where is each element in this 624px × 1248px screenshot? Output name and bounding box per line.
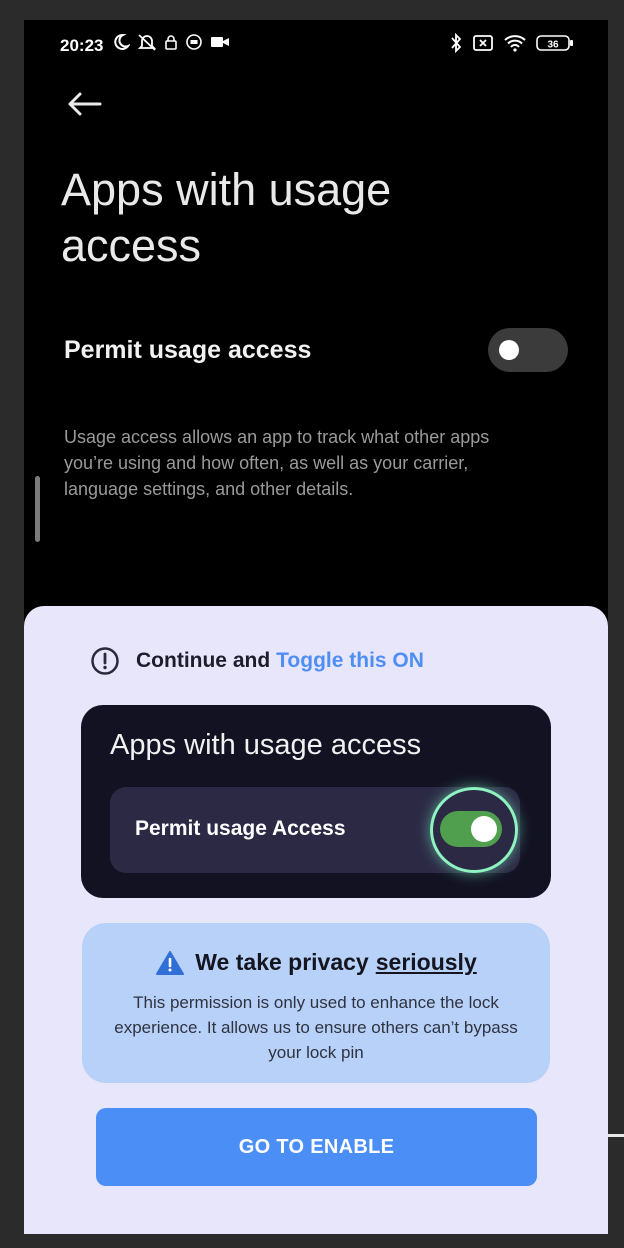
permit-usage-label: Permit usage access bbox=[64, 336, 312, 364]
shield-icon bbox=[186, 34, 202, 50]
privacy-card: We take privacy seriously This permissio… bbox=[82, 923, 550, 1083]
demo-card-title: Apps with usage access bbox=[110, 729, 422, 761]
moon-icon bbox=[114, 33, 130, 50]
toggle-knob bbox=[499, 340, 519, 360]
privacy-body: This permission is only used to enhance … bbox=[114, 993, 518, 1062]
page-title: Apps with usage access bbox=[61, 164, 392, 271]
no-sim-icon bbox=[473, 35, 493, 51]
demo-toggle bbox=[440, 811, 502, 847]
privacy-heading-link[interactable]: seriously bbox=[376, 949, 477, 976]
demo-card: Apps with usage access Permit usage Acce… bbox=[81, 705, 551, 898]
exclamation-circle-icon bbox=[91, 647, 119, 675]
video-icon bbox=[211, 37, 229, 47]
status-right-icons: 36 bbox=[449, 33, 574, 53]
demo-row-label: Permit usage Access bbox=[135, 817, 346, 840]
edge-line bbox=[608, 1134, 624, 1137]
wifi-icon bbox=[504, 35, 526, 52]
status-time: 20:23 bbox=[60, 36, 104, 55]
phone-screen: 20:23 36 Apps with usage access Permit u… bbox=[24, 20, 608, 1234]
instruction-text: Continue and Toggle this ON bbox=[90, 646, 424, 676]
status-left-icons bbox=[112, 33, 230, 51]
demo-setting-row: Permit usage Access bbox=[110, 787, 520, 873]
battery-level: 36 bbox=[547, 40, 559, 51]
scroll-indicator bbox=[35, 476, 40, 542]
bluetooth-icon bbox=[451, 33, 462, 53]
status-bar: 20:23 36 bbox=[24, 20, 608, 70]
warning-icon bbox=[156, 950, 185, 975]
back-arrow-icon[interactable] bbox=[64, 88, 104, 120]
permit-usage-toggle[interactable] bbox=[488, 328, 568, 372]
go-to-enable-button[interactable]: GO TO ENABLE bbox=[96, 1108, 537, 1186]
battery-icon: 36 bbox=[536, 35, 573, 51]
usage-access-description: Usage access allows an app to track what… bbox=[64, 427, 490, 499]
privacy-heading-prefix: We take privacy bbox=[195, 949, 369, 975]
instruction-accent: Toggle this ON bbox=[276, 649, 424, 672]
bottom-sheet: Continue and Toggle this ON Apps with us… bbox=[24, 606, 608, 1234]
instruction-prefix: Continue and bbox=[136, 649, 271, 672]
lock-icon bbox=[165, 35, 177, 50]
privacy-heading: We take privacy seriously bbox=[82, 949, 550, 976]
notifications-off-icon bbox=[137, 34, 157, 51]
demo-toggle-knob bbox=[471, 816, 497, 842]
